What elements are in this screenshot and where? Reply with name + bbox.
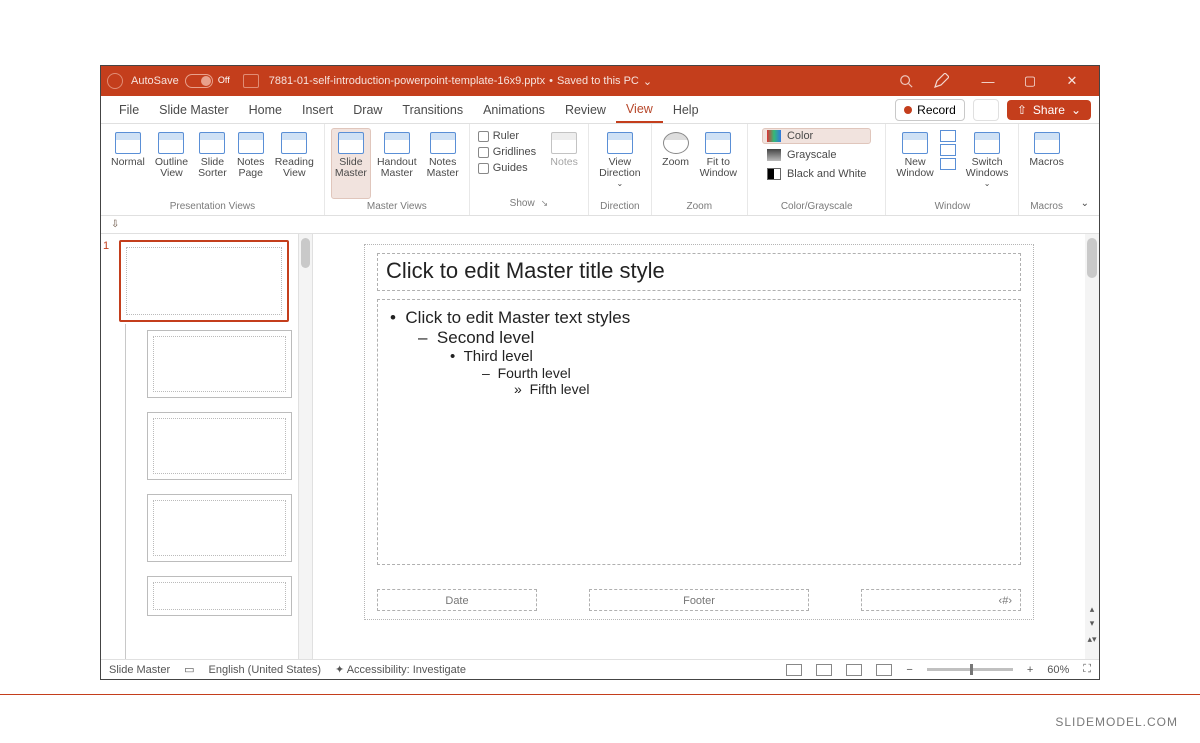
group-show: Ruler Gridlines Guides Notes Show↘ — [470, 124, 589, 215]
maximize-button[interactable]: ▢ — [1009, 73, 1051, 89]
save-icon[interactable] — [243, 74, 259, 88]
grayscale-button[interactable]: Grayscale — [762, 147, 871, 163]
master-thumb-number: 1 — [103, 240, 109, 252]
macros-button[interactable]: Macros — [1025, 128, 1067, 199]
group-direction: View Direction⌄ Direction — [589, 124, 651, 215]
group-master-views: Slide Master Handout Master Notes Master… — [325, 124, 470, 215]
reading-view-button[interactable]: Reading View — [271, 128, 318, 199]
accessibility-status[interactable]: ✦ Accessibility: Investigate — [335, 663, 466, 676]
qat-more-icon[interactable]: ⇩ — [111, 219, 119, 230]
slide-number-placeholder[interactable]: ‹#› — [861, 589, 1021, 611]
fit-to-window-icon[interactable]: ⛶ — [1083, 663, 1091, 676]
close-button[interactable]: ✕ — [1051, 73, 1093, 89]
workspace: 1 Click to edit Master title style • Cli… — [101, 234, 1099, 659]
fit-to-window-button[interactable]: Fit to Window — [696, 128, 741, 199]
color-button[interactable]: Color — [762, 128, 871, 144]
ribbon-tabs: File Slide Master Home Insert Draw Trans… — [101, 96, 1099, 124]
comments-button[interactable] — [973, 99, 999, 121]
tab-view[interactable]: View — [616, 96, 663, 123]
group-zoom: Zoom Fit to Window Zoom — [652, 124, 748, 215]
search-icon[interactable] — [899, 74, 913, 88]
status-mode: Slide Master — [109, 664, 170, 676]
reading-view-icon[interactable] — [846, 664, 862, 676]
thumbnail-panel[interactable]: 1 — [101, 234, 299, 659]
gridlines-checkbox[interactable]: Gridlines — [478, 146, 536, 158]
title-bar: AutoSave Off 7881-01-self-introduction-p… — [101, 66, 1099, 96]
minimize-button[interactable]: — — [967, 74, 1009, 89]
group-presentation-views: Normal Outline View Slide Sorter Notes P… — [101, 124, 325, 215]
prev-slide-icon[interactable]: ▴ — [1087, 604, 1097, 615]
date-placeholder[interactable]: Date — [377, 589, 537, 611]
status-bar: Slide Master ▭ English (United States) ✦… — [101, 659, 1099, 679]
normal-button[interactable]: Normal — [107, 128, 149, 199]
layout-thumbnail[interactable] — [147, 576, 292, 616]
zoom-slider[interactable] — [927, 668, 1013, 671]
notes-button[interactable]: Notes — [546, 128, 582, 196]
tab-help[interactable]: Help — [663, 96, 709, 123]
slide-canvas-area[interactable]: Click to edit Master title style • Click… — [313, 234, 1085, 659]
outline-view-button[interactable]: Outline View — [151, 128, 192, 199]
layout-thumbnail[interactable] — [147, 330, 292, 398]
master-slide[interactable]: Click to edit Master title style • Click… — [364, 244, 1034, 620]
notes-page-button[interactable]: Notes Page — [233, 128, 269, 199]
master-thumbnail[interactable] — [119, 240, 289, 322]
watermark: SLIDEMODEL.COM — [1055, 715, 1178, 729]
new-window-button[interactable]: New Window — [892, 128, 937, 199]
save-status[interactable]: Saved to this PC — [557, 75, 639, 87]
show-dialog-launcher[interactable]: ↘ — [541, 198, 549, 212]
layout-thumbnail[interactable] — [147, 494, 292, 562]
record-button[interactable]: Record — [895, 99, 965, 121]
layout-thumbnail[interactable] — [147, 412, 292, 480]
notes-status-icon[interactable]: ▭ — [184, 663, 194, 676]
switch-windows-button[interactable]: Switch Windows⌄ — [962, 128, 1013, 199]
zoom-button[interactable]: Zoom — [658, 128, 694, 199]
view-direction-button[interactable]: View Direction⌄ — [595, 128, 644, 199]
handout-master-button[interactable]: Handout Master — [373, 128, 421, 199]
autosave-toggle[interactable]: Off — [185, 74, 213, 88]
collapse-ribbon-icon[interactable]: ⌄ — [1081, 198, 1089, 209]
canvas-scrollbar[interactable]: ▴ ▾ ▴▾ — [1085, 234, 1099, 659]
tab-slide-master[interactable]: Slide Master — [149, 96, 238, 123]
record-dot-icon — [904, 106, 912, 114]
tab-insert[interactable]: Insert — [292, 96, 343, 123]
notes-master-button[interactable]: Notes Master — [423, 128, 463, 199]
next-slide-icon[interactable]: ▾ — [1087, 618, 1097, 629]
normal-view-icon[interactable] — [786, 664, 802, 676]
tab-file[interactable]: File — [109, 96, 149, 123]
guides-checkbox[interactable]: Guides — [478, 162, 536, 174]
status-language[interactable]: English (United States) — [209, 664, 322, 676]
autosave-label: AutoSave — [131, 75, 179, 87]
footer-placeholder[interactable]: Footer — [589, 589, 809, 611]
black-white-button[interactable]: Black and White — [762, 166, 871, 182]
group-color-grayscale: Color Grayscale Black and White Color/Gr… — [748, 124, 886, 215]
tab-home[interactable]: Home — [239, 96, 292, 123]
slideshow-view-icon[interactable] — [876, 664, 892, 676]
tab-animations[interactable]: Animations — [473, 96, 555, 123]
title-placeholder[interactable]: Click to edit Master title style — [377, 253, 1021, 291]
document-filename: 7881-01-self-introduction-powerpoint-tem… — [269, 75, 545, 87]
tab-transitions[interactable]: Transitions — [392, 96, 473, 123]
ruler-checkbox[interactable]: Ruler — [478, 130, 536, 142]
zoom-out-button[interactable]: − — [906, 664, 912, 676]
app-icon — [107, 73, 123, 89]
slide-master-button[interactable]: Slide Master — [331, 128, 371, 199]
tab-draw[interactable]: Draw — [343, 96, 392, 123]
zoom-value[interactable]: 60% — [1047, 664, 1069, 676]
group-window: New Window Switch Windows⌄ Window — [886, 124, 1019, 215]
ribbon: Normal Outline View Slide Sorter Notes P… — [101, 124, 1099, 216]
body-placeholder[interactable]: • Click to edit Master text styles – Sec… — [377, 299, 1021, 565]
thumbnail-scrollbar[interactable] — [299, 234, 313, 659]
share-button[interactable]: ⇧Share⌄ — [1007, 100, 1091, 120]
zoom-in-button[interactable]: + — [1027, 664, 1033, 676]
group-macros: Macros Macros — [1019, 124, 1073, 215]
sorter-view-icon[interactable] — [816, 664, 832, 676]
tab-review[interactable]: Review — [555, 96, 616, 123]
slide-sorter-button[interactable]: Slide Sorter — [194, 128, 231, 199]
pen-icon[interactable] — [933, 73, 949, 89]
